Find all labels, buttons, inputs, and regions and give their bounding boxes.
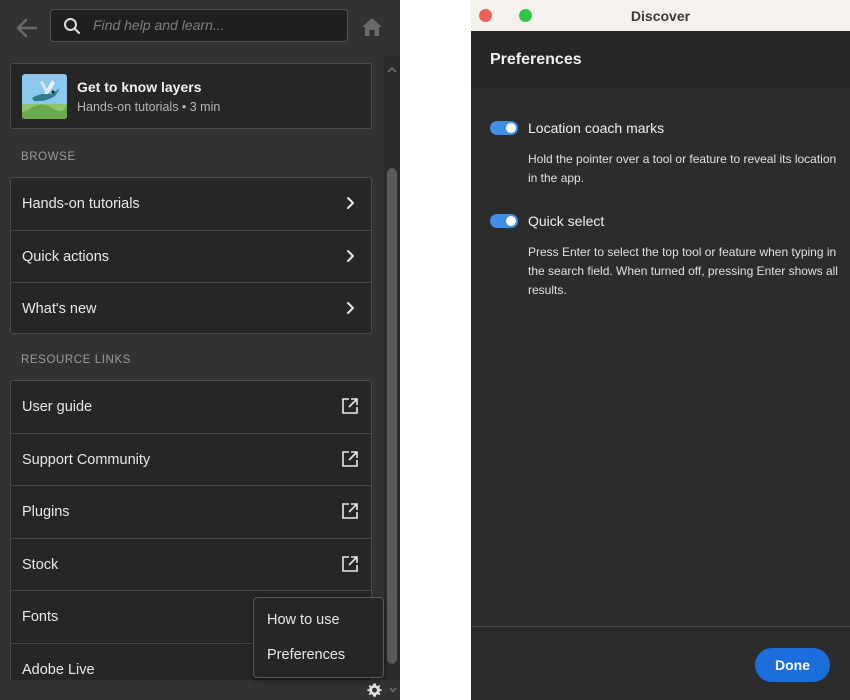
back-button[interactable] [12, 14, 42, 42]
search-icon [64, 18, 81, 35]
browse-item-label: What's new [22, 301, 97, 317]
chevron-right-icon [347, 197, 354, 209]
footer-divider [471, 626, 850, 627]
browse-item-quick-actions[interactable]: Quick actions [11, 231, 371, 283]
resource-item-label: User guide [22, 399, 93, 415]
browse-list: Hands-on tutorials Quick actions What's … [10, 177, 372, 334]
chevron-down-icon[interactable] [389, 687, 397, 693]
scrollbar-thumb[interactable] [387, 168, 397, 664]
chevron-up-icon[interactable] [387, 66, 397, 74]
resource-item-label: Stock [22, 556, 59, 573]
browse-section-label: BROWSE [21, 151, 76, 163]
resource-item-support-community[interactable]: Support Community [11, 434, 371, 486]
menu-item-preferences[interactable]: Preferences [267, 647, 345, 663]
toggle-knob [506, 216, 516, 226]
browse-item-label: Hands-on tutorials [22, 196, 140, 212]
external-link-icon [342, 503, 358, 519]
quick-select-label: Quick select [528, 213, 605, 229]
panel-content: Get to know layers Hands-on tutorials • … [0, 56, 384, 680]
gear-icon[interactable] [367, 683, 382, 698]
card-title: Get to know layers [77, 79, 202, 95]
bird-image-icon [22, 74, 67, 119]
chevron-right-icon [347, 302, 354, 314]
browse-item-label: Quick actions [22, 248, 110, 265]
resource-item-user-guide[interactable]: User guide [11, 381, 371, 434]
panel-footer [0, 680, 400, 700]
location-coach-marks-toggle[interactable] [490, 121, 518, 135]
search-input[interactable] [93, 13, 333, 37]
location-coach-marks-label: Location coach marks [528, 120, 665, 136]
arrow-left-icon [16, 18, 38, 38]
window-title: Discover [630, 8, 691, 24]
location-coach-marks-description: Hold the pointer over a tool or feature … [528, 152, 837, 185]
browse-item-whats-new[interactable]: What's new [11, 283, 371, 336]
preferences-dialog: Preferences Location coach marks Hold th… [471, 31, 850, 700]
external-link-icon [342, 555, 358, 572]
discover-panel: Get to know layers Hands-on tutorials • … [0, 0, 400, 700]
menu-item-how-to-use[interactable]: How to use [267, 612, 340, 628]
discover-window: Discover Preferences Location coach mark… [471, 0, 850, 700]
resource-item-label: Fonts [22, 609, 59, 625]
external-link-icon [342, 398, 358, 414]
window-titlebar[interactable]: Discover [471, 0, 850, 31]
preferences-header: Preferences [471, 31, 850, 88]
resource-item-label: Plugins [22, 504, 70, 520]
quick-select-toggle[interactable] [490, 214, 518, 228]
chevron-right-icon [347, 249, 354, 262]
featured-tutorial-card[interactable]: Get to know layers Hands-on tutorials • … [10, 63, 372, 129]
resource-item-label: Adobe Live [22, 661, 95, 678]
tutorial-thumbnail [22, 74, 67, 119]
scrollbar[interactable] [384, 56, 400, 693]
home-icon [362, 18, 382, 36]
resource-item-plugins[interactable]: Plugins [11, 486, 371, 539]
resource-item-label: Support Community [22, 451, 151, 468]
toggle-knob [506, 123, 516, 133]
preferences-title: Preferences [490, 51, 582, 68]
done-button[interactable]: Done [755, 648, 830, 682]
resource-links-section-label: RESOURCE LINKS [21, 354, 132, 366]
search-box [50, 9, 348, 42]
panel-header [0, 0, 400, 56]
home-button[interactable] [361, 16, 383, 38]
resource-item-stock[interactable]: Stock [11, 539, 371, 591]
card-subtitle: Hands-on tutorials • 3 min [77, 100, 221, 114]
browse-item-hands-on-tutorials[interactable]: Hands-on tutorials [11, 178, 371, 231]
settings-menu: How to use Preferences [253, 597, 384, 678]
quick-select-description: Press Enter to select the top tool or fe… [528, 245, 838, 297]
external-link-icon [342, 450, 358, 467]
